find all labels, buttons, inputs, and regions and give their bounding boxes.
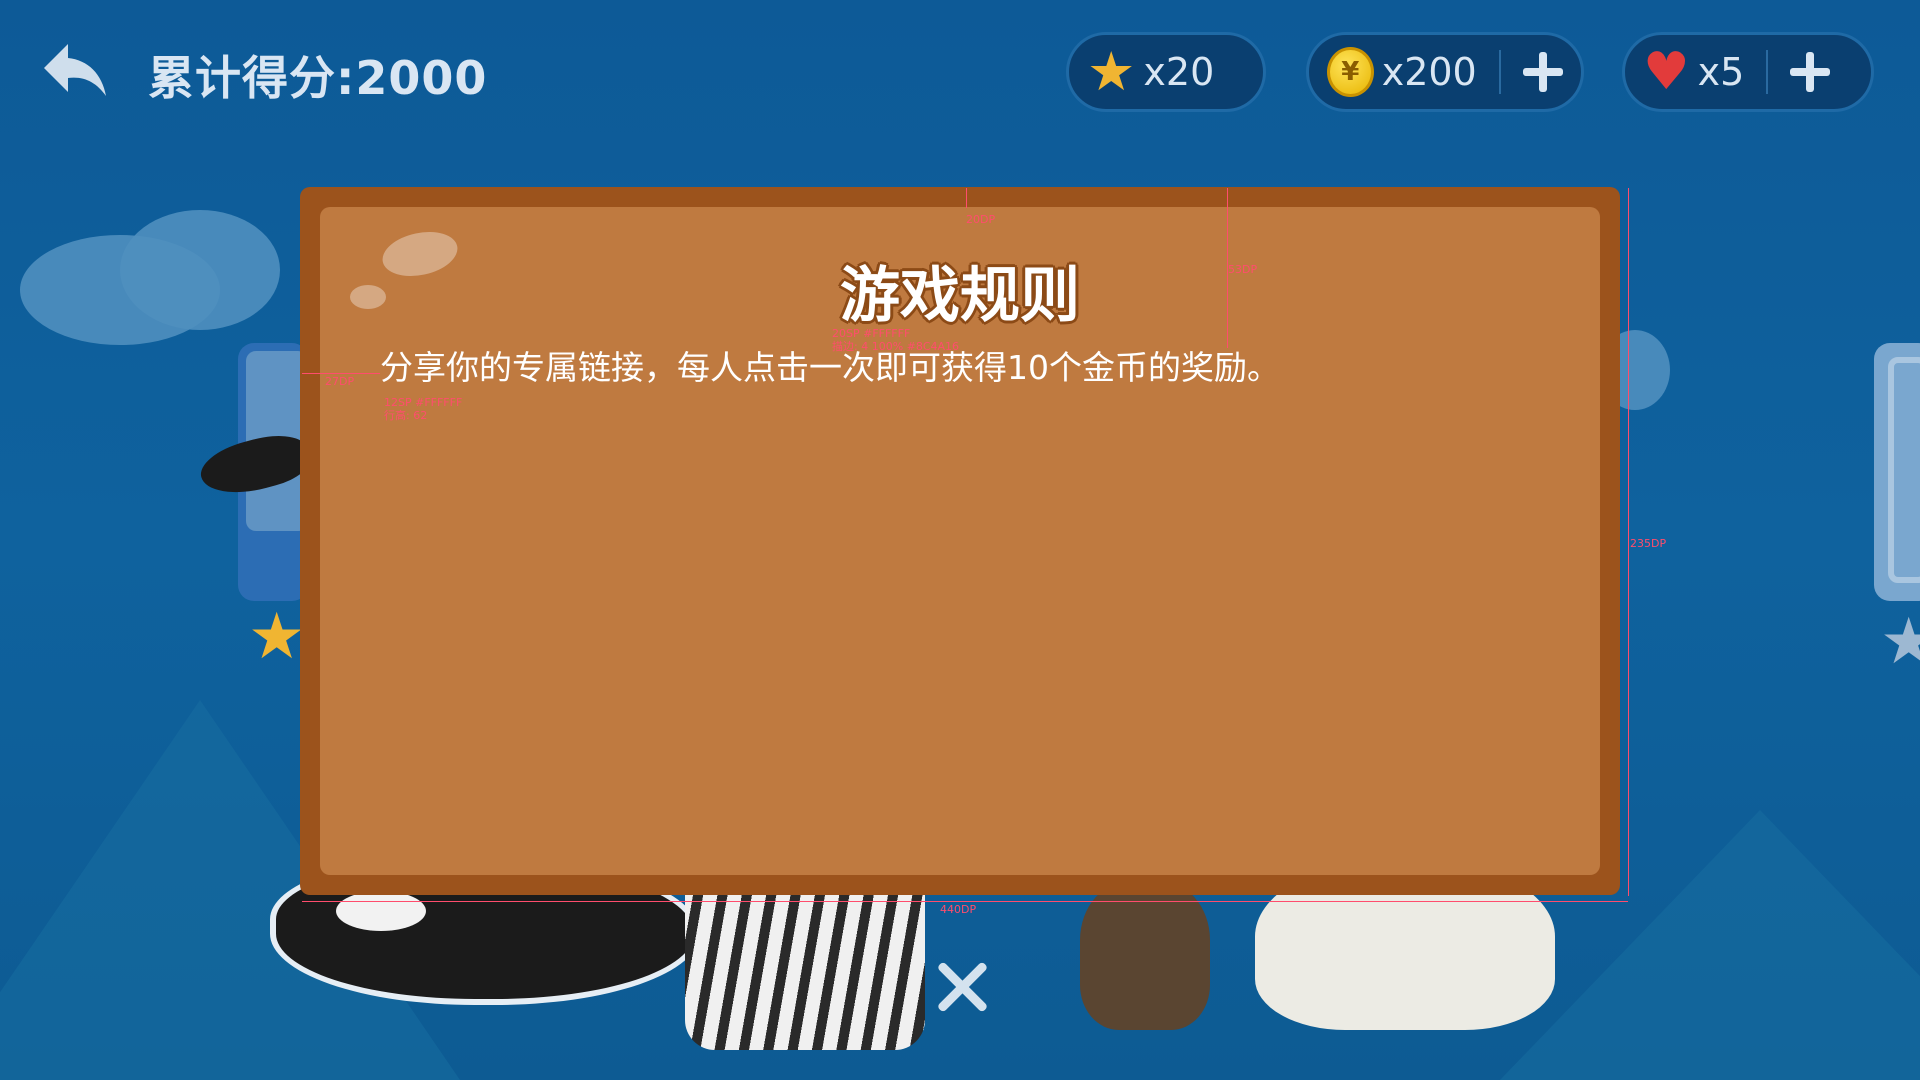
dialog-title: 游戏规则 [840,261,1080,331]
spec-annotation: 20DP [966,213,996,226]
spec-annotation: 行高: 62 [384,409,428,422]
spec-annotation: 描边: 4 100% #8C4A16 [832,340,960,353]
spec-annotation: 440DP [940,903,977,916]
spec-annotation: 27DP [325,375,355,388]
rules-dialog-panel: 游戏规则 分享你的专属链接，每人点击一次即可获得10个金币的奖励。 [320,207,1600,875]
rules-dialog: 游戏规则 分享你的专属链接，每人点击一次即可获得10个金币的奖励。 [300,187,1620,895]
spec-annotation: 235DP [1630,537,1667,550]
spec-guide-line [302,901,1628,902]
spec-annotation: 53DP [1228,263,1258,276]
spec-annotation: 12SP #FFFFFF [384,396,463,409]
spec-guide-line [966,188,967,208]
close-button[interactable] [930,955,994,1019]
spec-annotation: 20SP #FFFFFF [832,327,911,340]
spec-guide-line [1628,188,1629,896]
spec-guide-line [302,373,380,374]
rules-text: 分享你的专属链接，每人点击一次即可获得10个金币的奖励。 [380,348,1280,387]
